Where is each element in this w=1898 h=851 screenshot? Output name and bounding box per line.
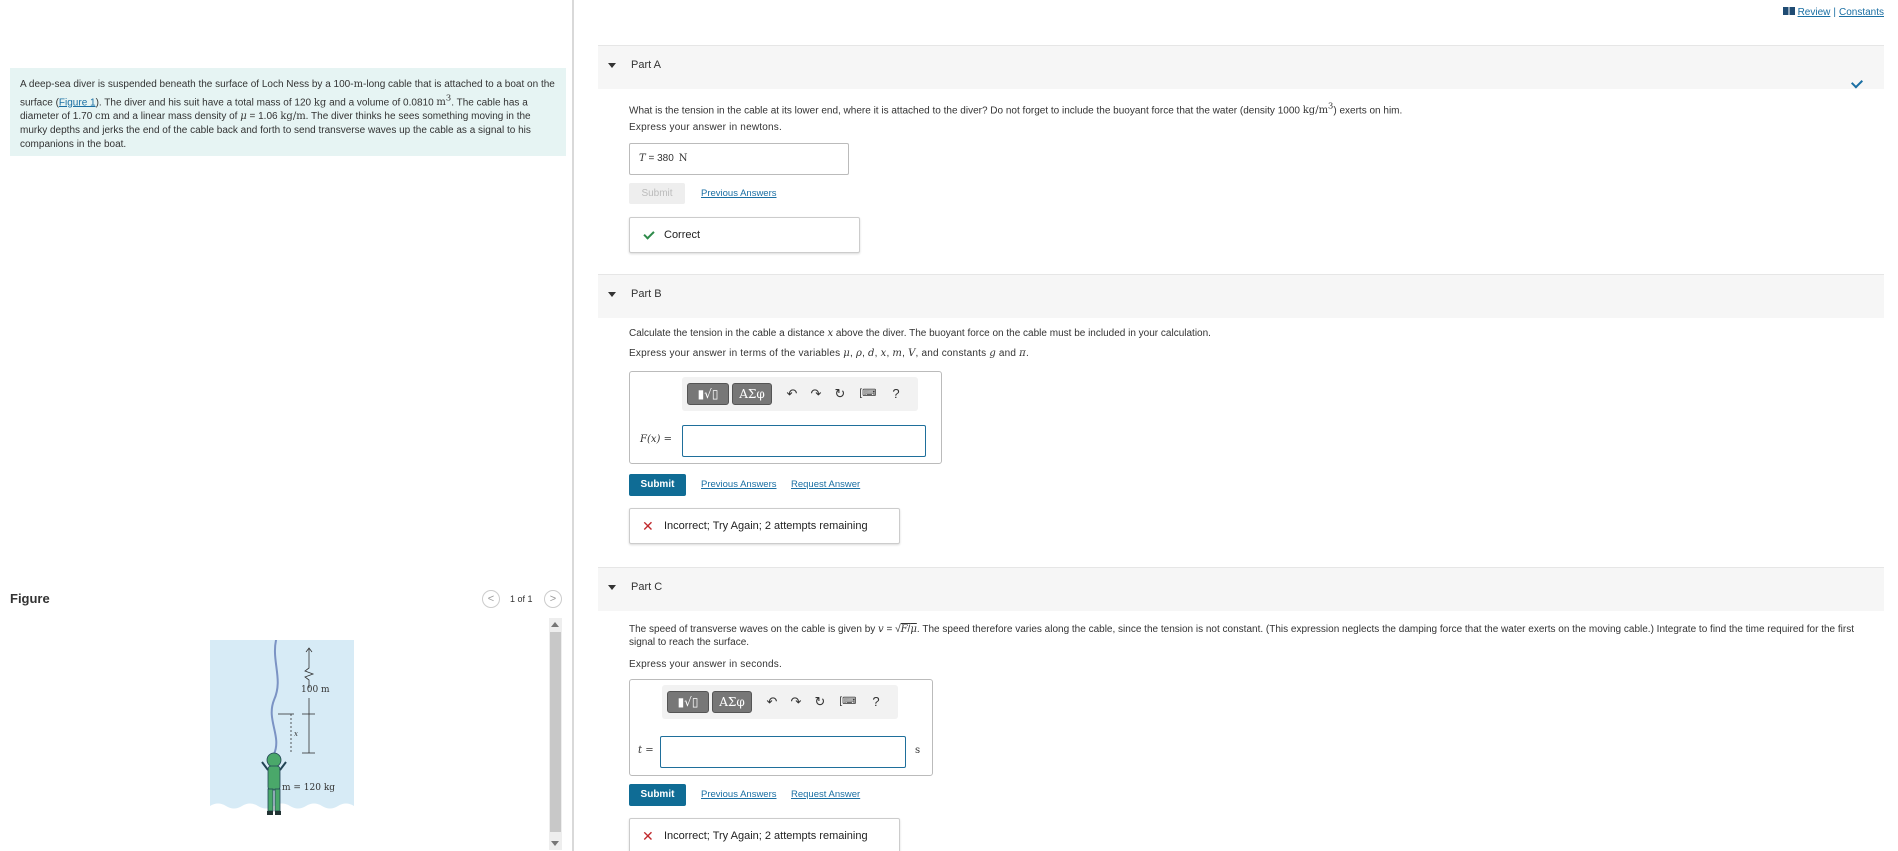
- redo-icon[interactable]: ↷: [806, 383, 826, 405]
- feedback-text: Incorrect; Try Again; 2 attempts remaini…: [664, 520, 868, 532]
- answer-variable: T: [639, 153, 646, 164]
- part-c-question: The speed of transverse waves on the cab…: [629, 624, 1854, 648]
- part-b-answer-input[interactable]: [682, 425, 926, 457]
- book-icon: [1782, 7, 1795, 15]
- greek-symbols-button[interactable]: ΑΣφ: [732, 383, 772, 405]
- figure-image: 100 m x m = 120 kg: [210, 635, 354, 822]
- collapse-triangle-icon[interactable]: [608, 63, 616, 68]
- part-b-submit-button[interactable]: Submit: [629, 474, 686, 496]
- left-panel: A deep-sea diver is suspended beneath th…: [0, 0, 574, 851]
- figure-title: Figure: [10, 591, 50, 606]
- part-a-instructions: Express your answer in newtons.: [629, 122, 782, 133]
- part-c-title: Part C: [631, 581, 663, 593]
- math-toolbar: ▮√▯ ΑΣφ ↶ ↷ ↻ [⌨ ?: [682, 377, 918, 411]
- top-links: Review | Constants: [1782, 7, 1884, 18]
- length-label: 100 m: [301, 685, 330, 695]
- redo-icon[interactable]: ↷: [786, 691, 806, 713]
- part-b-question: Calculate the tension in the cable a dis…: [629, 328, 1211, 339]
- part-c-math-editor: ▮√▯ ΑΣφ ↶ ↷ ↻ [⌨ ? t = s: [629, 679, 933, 776]
- part-c-submit-button[interactable]: Submit: [629, 784, 686, 806]
- part-c-header[interactable]: Part C: [598, 567, 1884, 611]
- part-b-feedback: ✕ Incorrect; Try Again; 2 attempts remai…: [629, 508, 900, 544]
- part-a-header[interactable]: Part A: [598, 45, 1884, 89]
- diver-diagram: 100 m x m = 120 kg: [210, 635, 354, 822]
- part-a-question: What is the tension in the cable at its …: [629, 101, 1403, 117]
- part-c-instructions: Express your answer in seconds.: [629, 659, 782, 670]
- part-a-title: Part A: [631, 59, 661, 71]
- part-a-feedback: Correct: [629, 217, 860, 253]
- undo-icon[interactable]: ↶: [782, 383, 802, 405]
- scrollbar-thumb[interactable]: [550, 632, 561, 832]
- link-separator: |: [1833, 7, 1836, 18]
- part-b-math-editor: ▮√▯ ΑΣφ ↶ ↷ ↻ [⌨ ? F(x) =: [629, 371, 942, 464]
- answer-unit: N: [678, 153, 688, 164]
- part-b-answer-label: F(x) =: [640, 434, 672, 445]
- part-c-answer-label: t =: [638, 745, 654, 756]
- answer-value: 380: [657, 153, 674, 164]
- review-link[interactable]: Review: [1798, 7, 1831, 18]
- undo-icon[interactable]: ↶: [762, 691, 782, 713]
- part-a-submit-button-disabled: Submit: [629, 183, 685, 204]
- templates-button[interactable]: ▮√▯: [667, 691, 709, 713]
- part-c-answer-input[interactable]: [660, 736, 906, 768]
- help-icon[interactable]: ?: [866, 691, 886, 713]
- figure-scrollbar[interactable]: [549, 618, 562, 850]
- incorrect-x-icon: ✕: [642, 518, 654, 534]
- keyboard-icon[interactable]: [⌨: [834, 691, 862, 713]
- help-icon[interactable]: ?: [886, 383, 906, 405]
- feedback-text: Incorrect; Try Again; 2 attempts remaini…: [664, 830, 868, 842]
- answer-equals: =: [645, 153, 658, 164]
- part-c-unit: s: [915, 745, 921, 756]
- greek-symbols-button[interactable]: ΑΣφ: [712, 691, 752, 713]
- part-b-header[interactable]: Part B: [598, 274, 1884, 318]
- constants-link[interactable]: Constants: [1839, 7, 1884, 18]
- templates-button[interactable]: ▮√▯: [687, 383, 729, 405]
- part-a-answer-field: T = 380 N: [629, 143, 849, 175]
- scroll-up-arrow-icon[interactable]: [551, 622, 559, 627]
- part-a-previous-answers-link[interactable]: Previous Answers: [701, 188, 777, 199]
- figure-header: Figure < 1 of 1 >: [10, 588, 566, 610]
- problem-statement: A deep-sea diver is suspended beneath th…: [10, 68, 566, 156]
- incorrect-x-icon: ✕: [642, 828, 654, 844]
- figure-count: 1 of 1: [510, 594, 533, 604]
- correct-check-icon: [643, 228, 655, 240]
- math-toolbar: ▮√▯ ΑΣφ ↶ ↷ ↻ [⌨ ?: [662, 685, 898, 719]
- reset-icon[interactable]: ↻: [810, 691, 830, 713]
- part-b-request-answer-link[interactable]: Request Answer: [791, 479, 860, 490]
- feedback-text: Correct: [664, 229, 701, 241]
- part-b-title: Part B: [631, 288, 662, 300]
- keyboard-icon[interactable]: [⌨: [854, 383, 882, 405]
- part-c-previous-answers-link[interactable]: Previous Answers: [701, 789, 777, 800]
- collapse-triangle-icon[interactable]: [608, 585, 616, 590]
- previous-figure-button[interactable]: <: [482, 590, 500, 608]
- part-b-instructions: Express your answer in terms of the vari…: [629, 348, 1029, 359]
- part-c-request-answer-link[interactable]: Request Answer: [791, 789, 860, 800]
- part-c-feedback: ✕ Incorrect; Try Again; 2 attempts remai…: [629, 818, 900, 851]
- mass-label: m = 120 kg: [282, 783, 335, 793]
- next-figure-button[interactable]: >: [544, 590, 562, 608]
- part-b-previous-answers-link[interactable]: Previous Answers: [701, 479, 777, 490]
- collapse-triangle-icon[interactable]: [608, 292, 616, 297]
- scroll-down-arrow-icon[interactable]: [551, 841, 559, 846]
- reset-icon[interactable]: ↻: [830, 383, 850, 405]
- x-label: x: [294, 730, 298, 738]
